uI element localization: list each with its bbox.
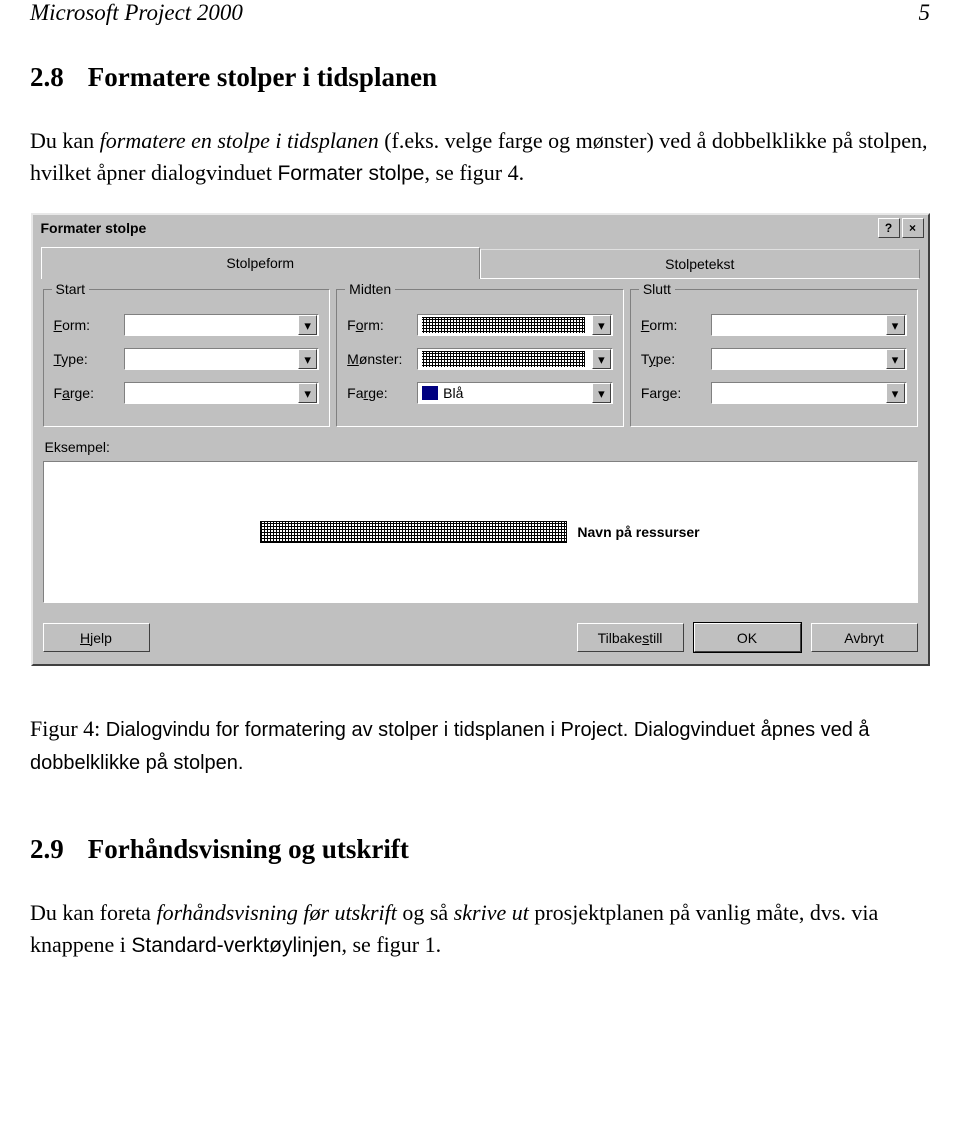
label-end-type: Type: [641,351,711,367]
section-heading-2-8: 2.8 Formatere stolper i tidsplanen [30,62,930,93]
group-slutt: Slutt Form: ▾ Type: ▾ [630,289,918,427]
group-start: Start Form: ▾ Type: ▾ [43,289,331,427]
combo-mid-farge[interactable]: Blå ▾ [417,382,613,404]
dialog-help-button[interactable]: ? [878,218,900,238]
label-start-farge: Farge: [54,385,124,401]
dropdown-arrow-icon: ▾ [298,315,317,335]
help-button[interactable]: Hjelp [43,623,150,652]
section-heading-2-9: 2.9 Forhåndsvisning og utskrift [30,834,930,865]
label-mid-form: Form: [347,317,417,333]
dropdown-arrow-icon: ▾ [298,349,317,369]
dropdown-arrow-icon: ▾ [298,383,317,403]
group-midten: Midten Form: ▾ Mønster: [336,289,624,427]
tab-stolpetekst[interactable]: Stolpetekst [480,249,920,279]
example-caption: Navn på ressurser [577,524,699,540]
page-number: 5 [919,0,931,26]
cancel-button[interactable]: Avbryt [811,623,918,652]
dropdown-arrow-icon: ▾ [886,349,905,369]
section-title: Formatere stolper i tidsplanen [88,62,437,92]
dropdown-arrow-icon: ▾ [886,383,905,403]
ok-button[interactable]: OK [694,623,801,652]
dropdown-arrow-icon: ▾ [592,349,611,369]
reset-button[interactable]: Tilbakestill [577,623,684,652]
section-title: Forhåndsvisning og utskrift [88,834,409,864]
section-number: 2.9 [30,834,64,864]
dropdown-arrow-icon: ▾ [592,383,611,403]
combo-end-form[interactable]: ▾ [711,314,907,336]
label-end-form: Form: [641,317,711,333]
combo-end-farge[interactable]: ▾ [711,382,907,404]
dropdown-arrow-icon: ▾ [592,315,611,335]
dialog-title: Formater stolpe [37,220,147,236]
group-midten-title: Midten [345,281,395,297]
label-start-form: Form: [54,317,124,333]
dialog-titlebar: Formater stolpe ? × [33,215,928,241]
tab-stolpeform[interactable]: Stolpeform [41,247,481,279]
group-slutt-title: Slutt [639,281,675,297]
label-start-type: Type: [54,351,124,367]
label-mid-farge: Farge: [347,385,417,401]
combo-start-type[interactable]: ▾ [124,348,320,370]
section-number: 2.8 [30,62,64,92]
combo-start-form[interactable]: ▾ [124,314,320,336]
example-bar [260,521,567,543]
dialog-format-bar: Formater stolpe ? × Stolpeform Stolpetek… [30,213,930,666]
paragraph-sec1: Du kan formatere en stolpe i tidsplanen … [30,125,930,189]
combo-start-farge[interactable]: ▾ [124,382,320,404]
group-start-title: Start [52,281,90,297]
dialog-close-button[interactable]: × [902,218,924,238]
color-swatch-icon [422,386,438,400]
paragraph-sec2: Du kan foreta forhåndsvisning før utskri… [30,897,930,961]
dropdown-arrow-icon: ▾ [886,315,905,335]
combo-mid-monster[interactable]: ▾ [417,348,613,370]
example-label: Eksempel: [45,439,916,455]
combo-mid-form[interactable]: ▾ [417,314,613,336]
label-end-farge: Farge: [641,385,711,401]
example-preview: Navn på ressurser [43,461,918,603]
label-mid-monster: Mønster: [347,351,417,367]
combo-end-type[interactable]: ▾ [711,348,907,370]
header-left: Microsoft Project 2000 [30,0,243,26]
figure-caption: Figur 4: Dialogvindu for formatering av … [30,712,930,778]
